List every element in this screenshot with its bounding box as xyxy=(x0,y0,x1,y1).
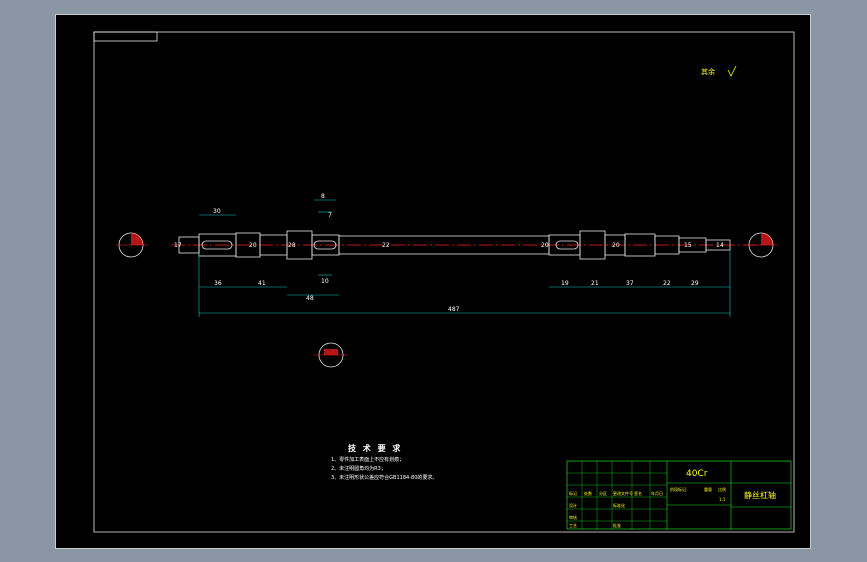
dim-bottom-2: 48 xyxy=(306,295,314,302)
dim-diam-6: 15 xyxy=(684,242,692,249)
dim-diam-1: 20 xyxy=(249,242,257,249)
dim-top-2: 7 xyxy=(328,212,332,219)
dim-bottom-4: 19 xyxy=(561,280,569,287)
tb-label-11: 阶段标记 xyxy=(670,486,686,492)
keyway-section-detail xyxy=(314,342,348,368)
dim-diam-4: 20 xyxy=(541,242,549,249)
tech-note-3: 3、未注明形状公差应符合GB1184-80的要求。 xyxy=(331,474,437,481)
dim-diam-3: 22 xyxy=(382,242,390,249)
dim-diam-0: 17 xyxy=(174,242,182,249)
tb-label-5: 年月日 xyxy=(651,490,663,496)
tech-requirements-title: 技 术 要 求 xyxy=(348,443,402,453)
keyways xyxy=(201,240,579,250)
tb-label-1: 处数 xyxy=(584,490,592,496)
tb-label-12: 重量 xyxy=(704,486,712,492)
tb-label-4: 签名 xyxy=(634,490,642,496)
tb-label-0: 标记 xyxy=(569,490,577,496)
tech-note-1: 1、零件加工表面上不应有划痕； xyxy=(331,456,404,463)
material-label: 40Cr xyxy=(686,469,708,479)
dim-diam-2: 28 xyxy=(288,242,296,249)
tech-note-2: 2、未注明圆角均为R3； xyxy=(331,465,386,472)
tb-label-9: 工艺 xyxy=(569,523,577,528)
tb-scale: 1:1 xyxy=(719,497,726,502)
tb-label-3: 更改文件号 xyxy=(613,490,633,496)
dim-top-0: 30 xyxy=(213,208,221,215)
tb-label-13: 比例 xyxy=(718,486,726,492)
dim-diam-5: 20 xyxy=(612,242,620,249)
cad-viewport[interactable]: 其余 30 8 7 36 41 48 10 19 21 37 22 29 487… xyxy=(55,14,811,549)
left-end-section xyxy=(116,232,148,258)
dim-bottom-0: 36 xyxy=(214,280,222,287)
dim-bottom-6: 37 xyxy=(626,280,634,287)
frame-tag-box xyxy=(93,31,158,42)
tb-label-8: 审核 xyxy=(569,514,577,520)
dim-bottom-5: 21 xyxy=(591,280,599,287)
roughness-note: 其余 xyxy=(701,67,715,76)
dim-bottom-1: 41 xyxy=(258,280,266,287)
drawing-canvas: 其余 30 8 7 36 41 48 10 19 21 37 22 29 487… xyxy=(93,31,795,533)
dim-bottom-3: 10 xyxy=(321,278,329,285)
right-end-section xyxy=(744,232,778,258)
tb-label-10: 批准 xyxy=(613,522,621,528)
tb-label-7: 标准化 xyxy=(613,502,625,508)
tb-label-6: 设计 xyxy=(569,502,577,508)
dimension-lines xyxy=(198,199,731,317)
dim-diam-7: 14 xyxy=(716,242,724,249)
part-name-label: 静丝杠轴 xyxy=(744,490,776,500)
dim-bottom-8: 29 xyxy=(691,280,699,287)
dim-top-1: 8 xyxy=(321,193,325,200)
tb-label-2: 分区 xyxy=(599,490,607,496)
dim-bottom-7: 22 xyxy=(663,280,671,287)
roughness-symbol-icon xyxy=(727,65,737,77)
dim-overall: 487 xyxy=(448,306,460,313)
